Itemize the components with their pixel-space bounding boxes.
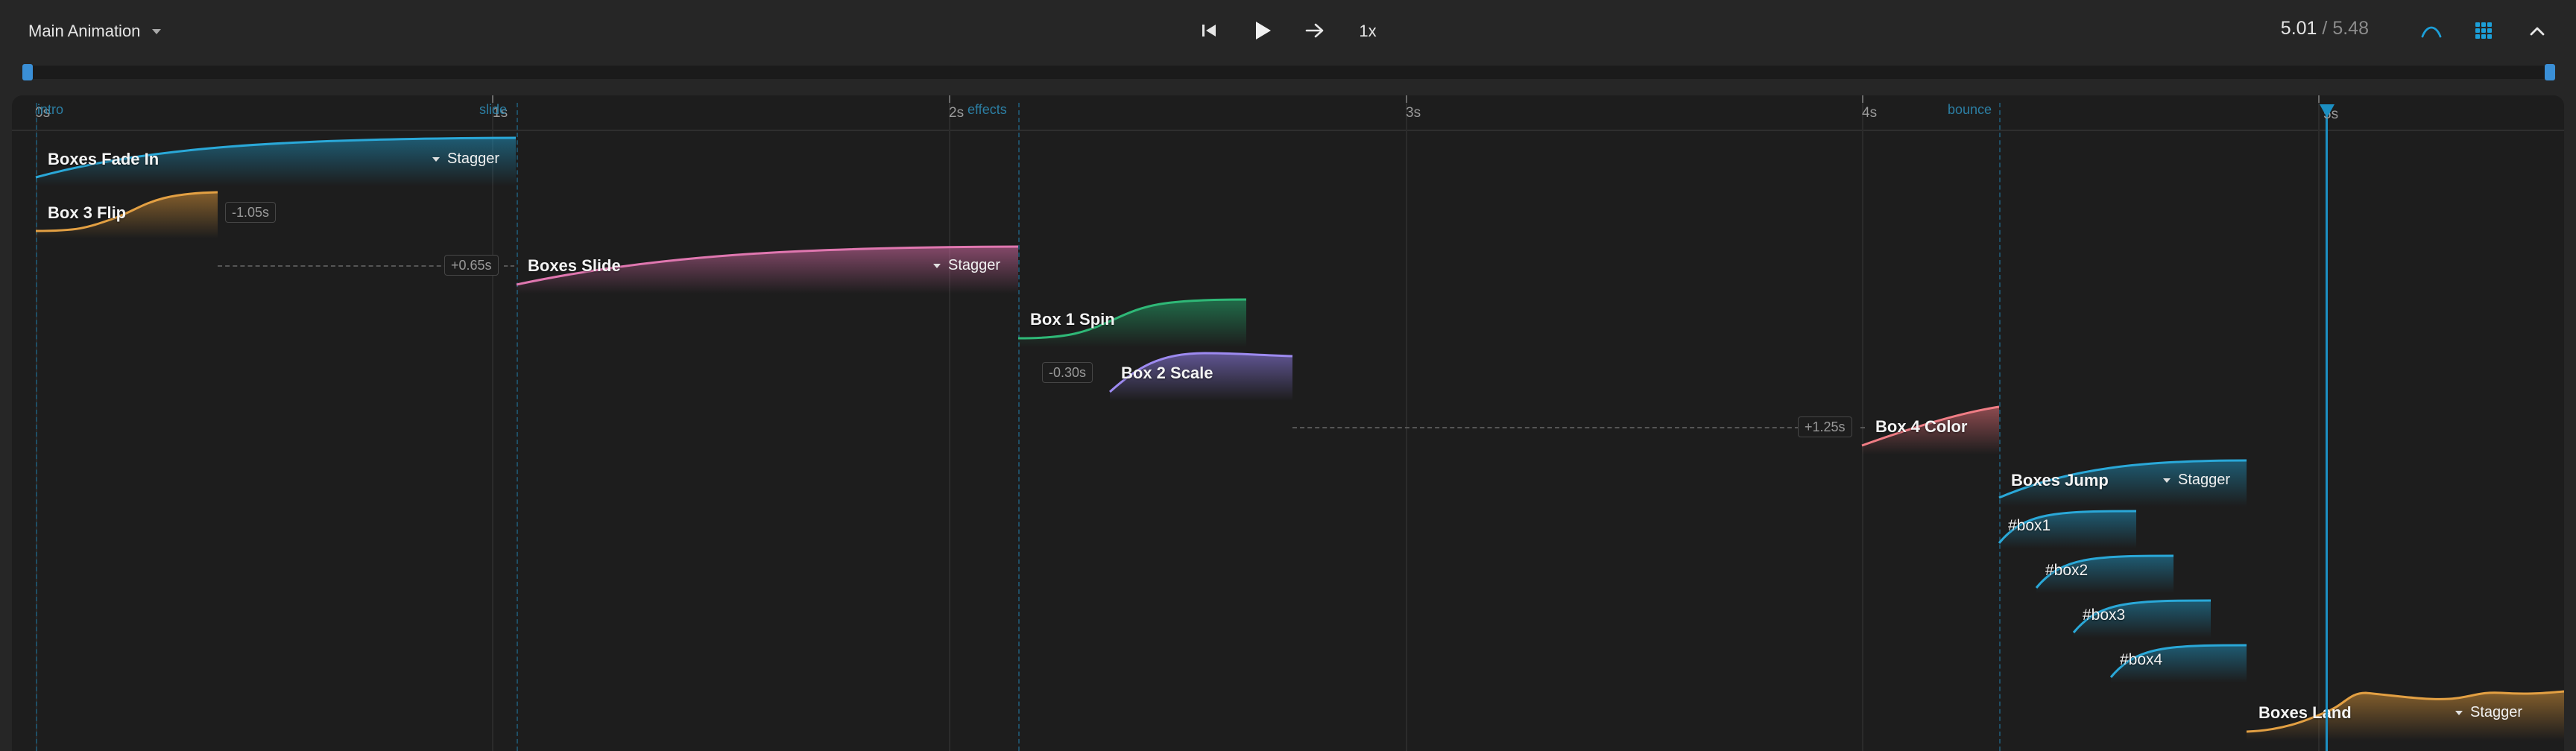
loop-arrow-icon [1305, 23, 1324, 38]
stagger-label: Stagger [2178, 472, 2231, 488]
stagger-label: Stagger [2470, 704, 2523, 720]
animation-selector[interactable]: Main Animation [28, 18, 162, 45]
time-readout: 5.01 / 5.48 [2281, 18, 2369, 39]
playhead-handle[interactable] [2320, 104, 2334, 118]
stagger-label: Stagger [948, 257, 1001, 273]
track-label-boxes-slide[interactable]: Boxes Slide [528, 256, 621, 276]
track-label-box-1-spin[interactable]: Box 1 Spin [1030, 310, 1115, 329]
track-label-boxes-jump[interactable]: Boxes Jump [2011, 471, 2109, 490]
playback-speed-button[interactable]: 1x [1351, 16, 1385, 46]
timeline-clips [35, 136, 2564, 741]
play-button[interactable] [1243, 11, 1282, 50]
track-label-box-4-color[interactable]: Box 4 Color [1875, 417, 1967, 437]
play-icon [1256, 22, 1271, 39]
range-scrubber[interactable] [22, 64, 2555, 80]
stagger-toggle[interactable]: Stagger [933, 257, 1000, 274]
skip-to-start-button[interactable] [1190, 11, 1228, 50]
curve-icon [2421, 26, 2442, 38]
offset-badge[interactable]: +1.25s [1798, 416, 1852, 437]
track-label-box2[interactable]: #box2 [2045, 562, 2088, 580]
track-label-box3[interactable]: #box3 [2083, 606, 2125, 624]
caret-down-icon [933, 263, 941, 268]
track-label-box-2-scale[interactable]: Box 2 Scale [1121, 364, 1213, 383]
animation-title: Main Animation [28, 22, 141, 40]
time-separator: / [2322, 18, 2328, 39]
track-label-boxes-land[interactable]: Boxes Land [2258, 703, 2352, 723]
toolbar: Main Animation 1x 5.01 / 5.48 [0, 0, 2576, 61]
stagger-toggle[interactable]: Stagger [432, 150, 499, 168]
loop-mode-button[interactable] [1295, 11, 1334, 50]
grid-view-button[interactable] [2464, 11, 2503, 50]
range-start-handle[interactable] [22, 64, 33, 80]
stagger-toggle[interactable]: Stagger [2455, 704, 2522, 721]
track-label-box-3-flip[interactable]: Box 3 Flip [48, 203, 126, 223]
range-end-handle[interactable] [2545, 64, 2555, 80]
scrubber-track[interactable] [28, 66, 2549, 79]
current-time: 5.01 [2280, 18, 2317, 39]
offset-badge[interactable]: -0.30s [1042, 362, 1093, 383]
timeline-panel: 0s 1s 2s 3s 4s intro slide effects bounc… [12, 95, 2564, 751]
track-label-box4[interactable]: #box4 [2120, 651, 2162, 669]
easing-view-button[interactable] [2412, 11, 2451, 50]
playhead-line[interactable] [2326, 106, 2328, 751]
offset-connector [1292, 427, 1807, 428]
caret-down-icon [2455, 710, 2463, 715]
track-label-boxes-fade-in[interactable]: Boxes Fade In [48, 150, 159, 169]
chevron-up-icon [2530, 27, 2545, 36]
collapse-panel-button[interactable] [2518, 11, 2557, 50]
caret-down-icon [152, 28, 162, 34]
stagger-label: Stagger [447, 150, 500, 167]
offset-connector [504, 265, 514, 267]
offset-badge[interactable]: -1.05s [225, 202, 277, 223]
caret-down-icon [2163, 478, 2171, 483]
offset-badge[interactable]: +0.65s [444, 255, 499, 276]
total-time: 5.48 [2332, 18, 2369, 39]
offset-connector [218, 265, 456, 267]
stagger-toggle[interactable]: Stagger [2163, 472, 2230, 489]
skip-to-start-icon [1202, 25, 1216, 37]
offset-connector [1860, 427, 1865, 428]
grid-icon [2475, 22, 2492, 39]
caret-down-icon [432, 156, 440, 162]
track-label-box1[interactable]: #box1 [2008, 517, 2051, 535]
